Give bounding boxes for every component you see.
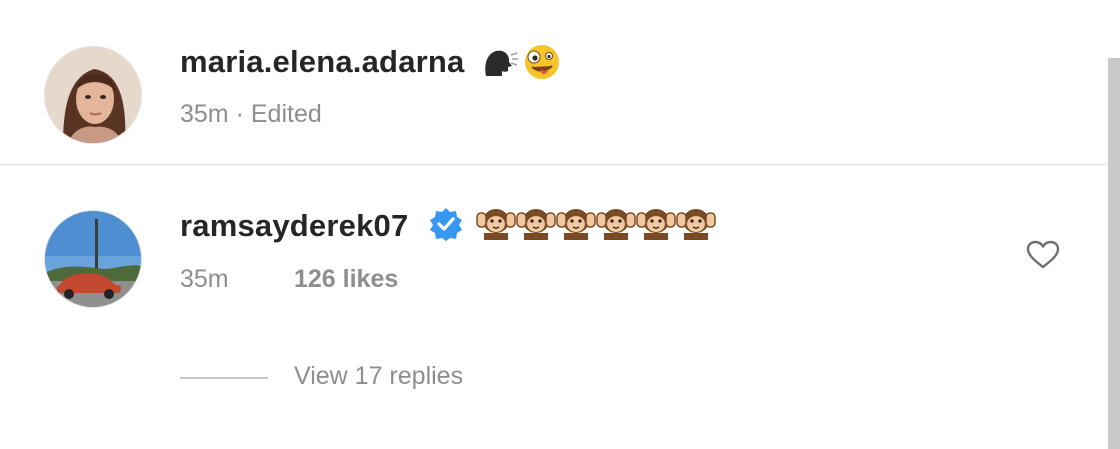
divider [0, 164, 1106, 165]
avatar-maria-elena-adarna[interactable] [44, 46, 142, 144]
likes-count[interactable]: 126 likes [294, 265, 398, 294]
scrollbar[interactable] [1108, 58, 1120, 449]
heart-outline-icon[interactable] [1026, 240, 1060, 270]
replies-line [180, 377, 268, 379]
avatar-ramsayderek07[interactable] [44, 210, 142, 308]
comment-time: 35m [180, 265, 229, 293]
hear-no-evil-monkey-icon [596, 206, 636, 240]
hear-no-evil-monkey-icon [636, 206, 676, 240]
comments-panel: maria.elena.adarna 35m · Edited ramsayde… [0, 0, 1120, 449]
comment-time: 35m [180, 100, 229, 128]
hear-no-evil-monkey-icon [676, 206, 716, 240]
speaking-head-icon [482, 46, 518, 80]
zany-face-icon [522, 42, 562, 82]
hear-no-evil-monkey-icon [556, 206, 596, 240]
meta-separator: · [235, 100, 244, 128]
edited-label: Edited [250, 100, 322, 128]
comment-username[interactable]: maria.elena.adarna [180, 44, 464, 80]
view-replies-link[interactable]: View 17 replies [294, 362, 463, 391]
verified-badge-icon [428, 206, 464, 242]
comment-meta: 35m · Edited [180, 100, 322, 129]
hear-no-evil-monkey-icon [476, 206, 516, 240]
emoji-row [476, 206, 716, 242]
hear-no-evil-monkey-icon [516, 206, 556, 240]
comment-username[interactable]: ramsayderek07 [180, 208, 408, 244]
